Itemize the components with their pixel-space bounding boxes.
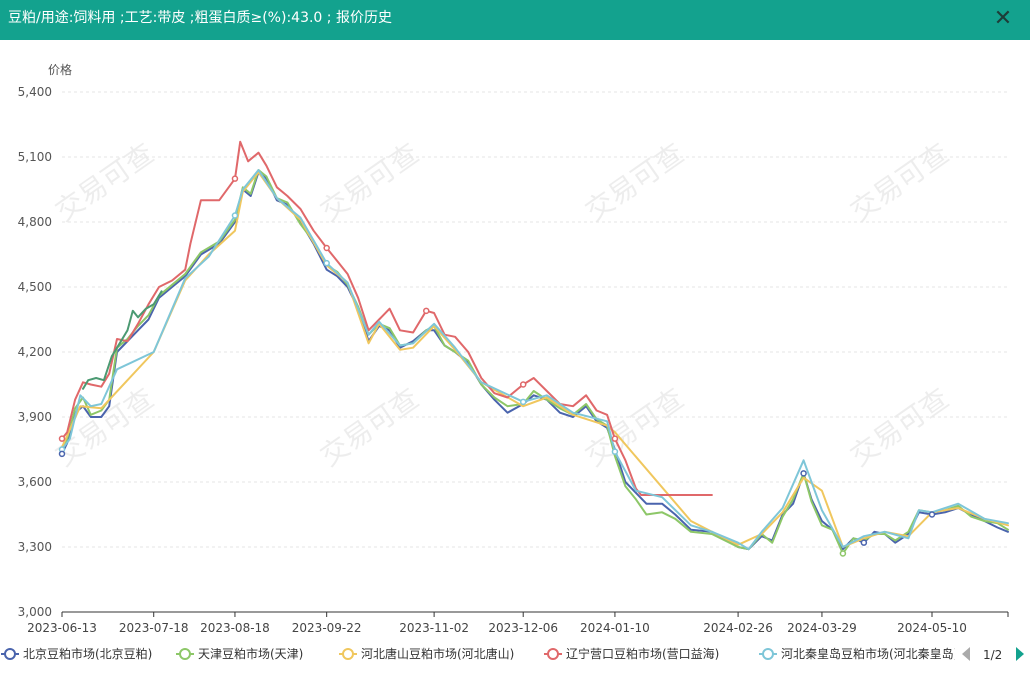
- series-line-5: [61, 169, 1009, 551]
- series-marker: [839, 550, 847, 557]
- legend-item-label: 北京豆粕市场(北京豆粕): [23, 646, 152, 661]
- y-tick-label: 3,300: [18, 540, 52, 554]
- watermark-text: 交易可查: [844, 137, 955, 228]
- series-marker: [323, 244, 330, 252]
- watermark-text: 交易可查: [844, 382, 955, 473]
- x-tick-label: 2024-02-26: [703, 621, 773, 635]
- legend-swatch-marker: [179, 648, 191, 660]
- watermark-text: 交易可查: [314, 137, 425, 228]
- y-tick-label: 5,400: [18, 85, 52, 99]
- x-tick-label: 2023-08-18: [200, 621, 270, 635]
- legend-page-indicator: 1/2: [983, 648, 1002, 662]
- legend-item-label: 河北唐山豆粕市场(河北唐山): [361, 646, 514, 661]
- legend-swatch-marker: [762, 648, 774, 660]
- x-tick-label: 2024-05-10: [897, 621, 967, 635]
- series-marker: [519, 381, 527, 388]
- x-tick-label: 2024-01-10: [580, 621, 650, 635]
- watermark-text: 交易可查: [579, 382, 690, 473]
- watermark-text: 交易可查: [579, 137, 690, 228]
- series-marker: [323, 259, 330, 267]
- series-marker: [231, 212, 239, 219]
- x-tick-label: 2023-12-06: [488, 621, 558, 635]
- dialog-header: 豆粕/用途:饲料用 ;工艺:带皮 ;粗蛋白质≥(%):43.0 ; 报价历史 ✕: [0, 0, 1030, 40]
- y-tick-label: 4,500: [18, 280, 52, 294]
- y-tick-label: 3,900: [18, 410, 52, 424]
- watermark-text: 交易可查: [49, 137, 160, 228]
- legend-swatch-marker: [4, 648, 16, 660]
- legend-item-label: 辽宁营口豆粕市场(营口益海): [566, 646, 719, 661]
- series-marker: [611, 448, 619, 455]
- legend-item-label: 天津豆粕市场(天津): [198, 646, 303, 661]
- series-marker: [611, 435, 619, 442]
- price-history-chart: 交易可查 交易可查 交易可查 交易可查 交易可查 交易可查 交易可查 交易可查 价格 3,00…: [0, 40, 1030, 674]
- x-tick-label: 2024-03-29: [787, 621, 857, 635]
- grid-layer: [62, 91, 1008, 548]
- series-line-2: [61, 169, 1009, 555]
- y-tick-label: 4,800: [18, 215, 52, 229]
- series-line-3: [61, 171, 1009, 548]
- x-tick-label: 2023-09-22: [292, 621, 362, 635]
- y-axis-label: 价格: [48, 62, 72, 77]
- dialog-title: 豆粕/用途:饲料用 ;工艺:带皮 ;粗蛋白质≥(%):43.0 ; 报价历史: [8, 10, 392, 26]
- y-tick-label: 5,100: [18, 150, 52, 164]
- y-tick-label: 3,000: [18, 605, 52, 619]
- axes-layer: 3,000 3,300 3,600 3,900 4,200 4,500 4,800 5,100…: [18, 85, 1009, 635]
- series-marker: [800, 470, 807, 477]
- series-marker: [231, 175, 239, 182]
- series-marker: [422, 307, 430, 315]
- watermark-layer: 交易可查 交易可查 交易可查 交易可查交易可查 交易可查 交易可查 交易可查: [49, 137, 955, 473]
- watermark-text: 交易可查: [314, 382, 425, 473]
- x-tick-label: 2023-06-13: [27, 621, 97, 635]
- legend: 北京豆粕市场(北京豆粕) 天津豆粕市场(天津) 河北唐山豆粕市场(河北唐山) 辽宁营口…: [1, 640, 1030, 670]
- series-marker: [58, 450, 66, 458]
- chart-svg: 交易可查 交易可查 交易可查 交易可查交易可查 交易可查 交易可查 交易可查 价格 3,00…: [1, 62, 1030, 670]
- series-marker: [519, 398, 527, 406]
- series-line-1: [61, 171, 1009, 551]
- series-marker: [860, 539, 868, 546]
- y-tick-label: 3,600: [18, 475, 52, 489]
- x-tick-label: 2023-11-02: [399, 621, 469, 635]
- x-tick-label: 2023-07-18: [119, 621, 189, 635]
- legend-swatch-marker: [547, 648, 559, 660]
- series-marker: [928, 511, 936, 518]
- close-icon[interactable]: ✕: [990, 6, 1016, 32]
- legend-swatch-marker: [342, 648, 354, 660]
- series-marker: [58, 435, 66, 442]
- legend-item-label: 河北秦皇岛豆粕市场(河北秦皇岛): [781, 646, 958, 661]
- y-tick-label: 4,200: [18, 345, 52, 359]
- series-line-6: [82, 290, 163, 390]
